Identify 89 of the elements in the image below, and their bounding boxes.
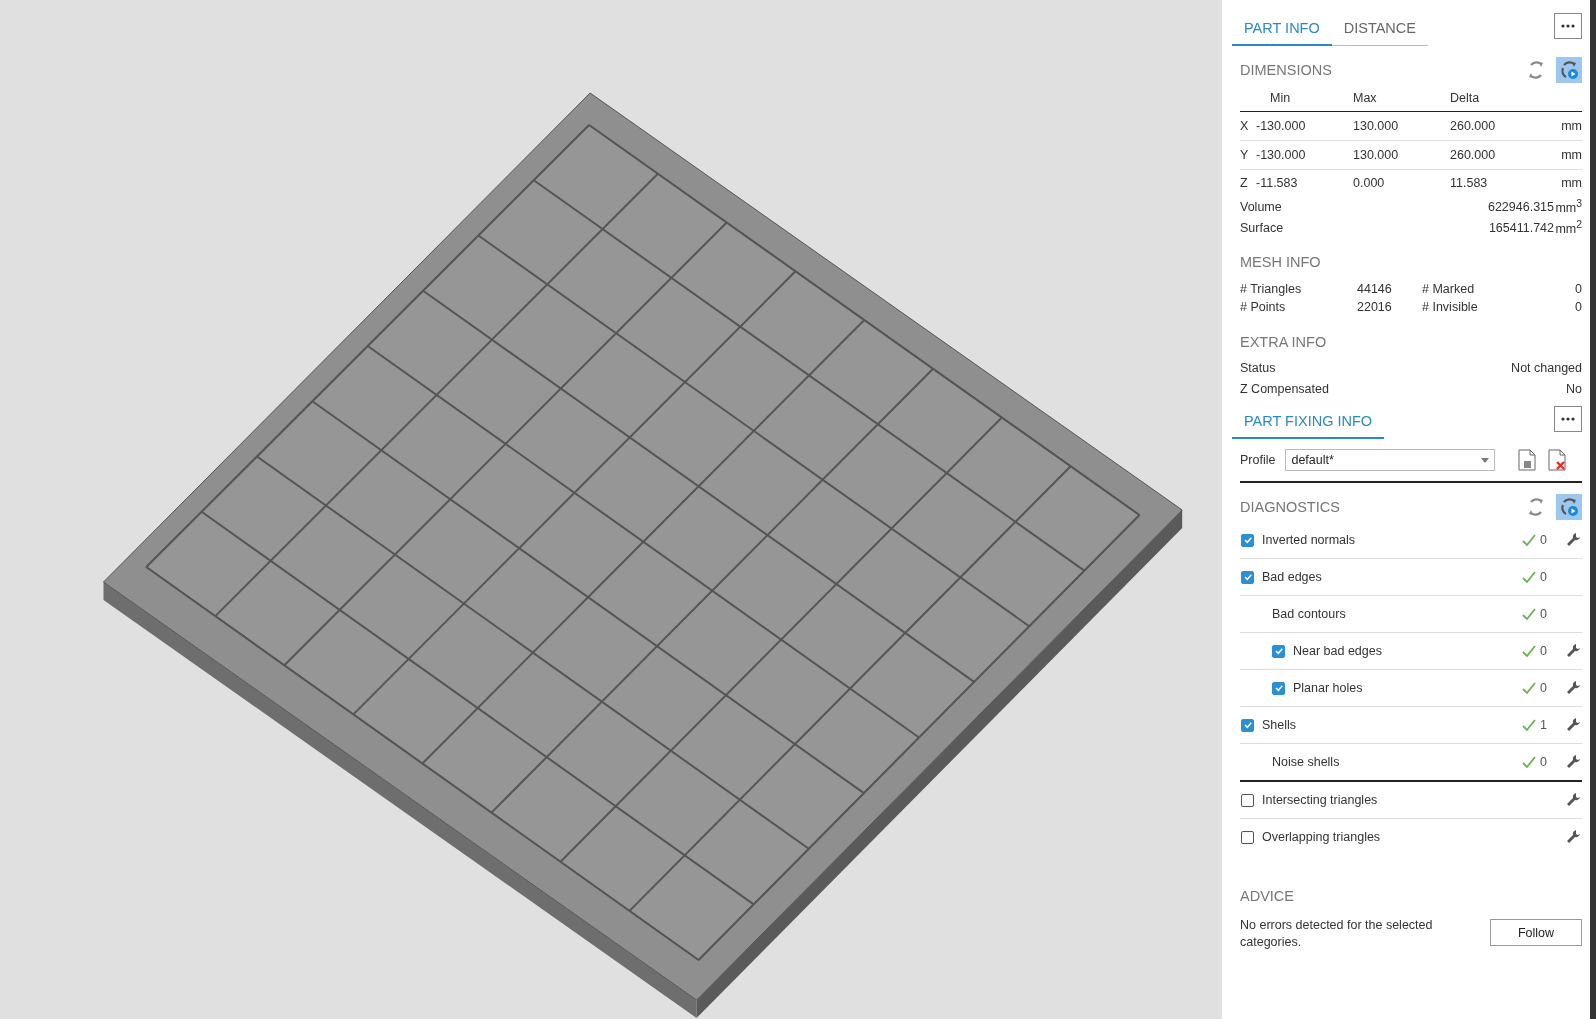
- stat-label: # Invisible: [1422, 300, 1479, 314]
- count: 0: [1540, 607, 1547, 621]
- unit-label: mm: [1560, 148, 1582, 162]
- refresh-icon[interactable]: [1526, 60, 1546, 80]
- stat-value: 22016: [1357, 300, 1393, 314]
- diagnostic-label: Inverted normals: [1262, 533, 1356, 547]
- count: 0: [1540, 755, 1547, 769]
- more-icon: [1561, 24, 1575, 28]
- tab[interactable]: PART INFO: [1232, 14, 1332, 46]
- table-cell-text: -130.000: [1256, 119, 1307, 133]
- column-header: Min: [1269, 91, 1292, 105]
- table-cell-text: 11.583: [1450, 176, 1489, 190]
- checkbox[interactable]: [1241, 533, 1254, 547]
- table-cell-text: 260.000: [1450, 119, 1497, 133]
- refresh-icon[interactable]: [1526, 497, 1546, 517]
- unit-label: mm: [1560, 119, 1582, 133]
- wrench-icon[interactable]: [1566, 829, 1582, 845]
- delete-document-icon[interactable]: [1547, 449, 1568, 471]
- table-cell-text: -11.583: [1256, 176, 1299, 190]
- auto-refresh-button[interactable]: [1556, 494, 1582, 520]
- stat-value: 0: [1575, 282, 1582, 296]
- checkbox[interactable]: [1241, 830, 1254, 844]
- diagnostic-label: Overlapping triangles: [1262, 830, 1381, 844]
- table-cell-text: 130.000: [1353, 148, 1400, 162]
- checkbox[interactable]: [1241, 718, 1254, 732]
- property-label: Volume: [1240, 199, 1282, 214]
- follow-button[interactable]: Follow: [1490, 919, 1582, 946]
- table-cell-text: 0.000: [1353, 176, 1386, 190]
- column-header: Delta: [1450, 91, 1481, 105]
- save-document-icon[interactable]: [1517, 449, 1538, 471]
- count: 0: [1540, 570, 1547, 584]
- diagnostic-label: Intersecting triangles: [1262, 793, 1378, 807]
- diagnostic-label: Planar holes: [1293, 681, 1363, 695]
- count: 1: [1540, 718, 1547, 732]
- wrench-icon[interactable]: [1566, 532, 1582, 548]
- column-header: Max: [1353, 91, 1378, 105]
- table-cell-text: -130.000: [1256, 148, 1307, 162]
- diagnostic-label: Bad edges: [1262, 570, 1322, 584]
- stat-label: # Points: [1240, 300, 1287, 314]
- axis-label: Y: [1240, 148, 1250, 162]
- profile-label: Profile: [1240, 453, 1276, 467]
- property-value: 165411.742: [1488, 220, 1554, 235]
- wrench-icon[interactable]: [1566, 717, 1582, 733]
- unit-label: mm$^{3}$: [1554, 197, 1582, 216]
- section-title: DIMENSIONS: [1240, 62, 1332, 78]
- wrench-icon[interactable]: [1566, 643, 1582, 659]
- diagnostic-label: Noise shells: [1272, 755, 1340, 769]
- diagnostic-label: Near bad edges: [1293, 644, 1382, 658]
- section-title: DIAGNOSTICS: [1240, 499, 1340, 515]
- property-value: Not changed: [1511, 360, 1582, 375]
- more-button[interactable]: [1554, 406, 1582, 432]
- section-title: EXTRA INFO: [1240, 334, 1327, 350]
- count: 0: [1540, 644, 1547, 658]
- count: 0: [1540, 533, 1547, 547]
- tab[interactable]: DISTANCE: [1331, 14, 1428, 46]
- property-value: 622946.315: [1487, 199, 1554, 214]
- wrench-icon[interactable]: [1566, 792, 1582, 808]
- auto-refresh-button[interactable]: [1556, 57, 1582, 83]
- wrench-icon[interactable]: [1566, 754, 1582, 770]
- diagnostic-label: Shells: [1262, 718, 1297, 732]
- axis-label: Z: [1240, 176, 1249, 190]
- property-label: Z Compensated: [1240, 381, 1329, 396]
- advice-text: No errors detected for the selected categories.: [1240, 917, 1434, 951]
- more-button[interactable]: [1554, 13, 1582, 39]
- profile-dropdown[interactable]: default*: [1285, 449, 1496, 471]
- unit-label: mm: [1560, 176, 1582, 190]
- checkbox[interactable]: [1241, 570, 1254, 584]
- more-icon: [1561, 417, 1575, 421]
- diagnostic-label: Bad contours: [1272, 607, 1346, 621]
- stat-value: 0: [1575, 300, 1582, 314]
- stat-value: 44146: [1357, 282, 1393, 296]
- checkbox[interactable]: [1241, 793, 1254, 807]
- unit-label: mm$^{2}$: [1554, 218, 1582, 237]
- count: 0: [1540, 681, 1547, 695]
- stat-label: # Marked: [1422, 282, 1476, 296]
- checkbox[interactable]: [1272, 644, 1285, 658]
- caret-icon: [1481, 457, 1490, 463]
- property-label: Status: [1240, 360, 1276, 375]
- stat-label: # Triangles: [1240, 282, 1303, 296]
- checkbox[interactable]: [1272, 681, 1285, 695]
- tab[interactable]: PART FIXING INFO: [1232, 407, 1385, 439]
- property-label: Surface: [1240, 220, 1284, 235]
- table-cell-text: 130.000: [1353, 119, 1400, 133]
- section-title: ADVICE: [1240, 888, 1294, 904]
- table-cell-text: 260.000: [1450, 148, 1497, 162]
- wrench-icon[interactable]: [1566, 680, 1582, 696]
- section-title: MESH INFO: [1240, 254, 1321, 270]
- axis-label: X: [1240, 119, 1250, 133]
- property-value: No: [1566, 381, 1582, 396]
